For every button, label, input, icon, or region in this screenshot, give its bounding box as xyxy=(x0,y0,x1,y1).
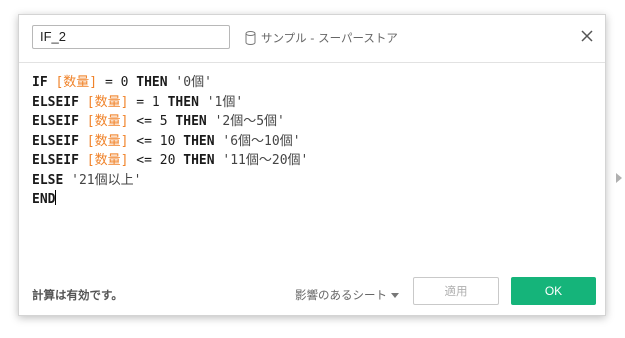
code-keyword: THEN xyxy=(183,133,223,149)
text-cursor xyxy=(55,190,57,205)
code-keyword: ELSEIF xyxy=(32,133,87,149)
code-keyword: THEN xyxy=(183,153,223,168)
calc-name-input[interactable]: IF_2 xyxy=(32,25,230,49)
code-string: '11個～20個' xyxy=(222,153,309,168)
code-operator: <= 20 xyxy=(128,153,184,168)
affected-sheets-dropdown[interactable]: 影響のあるシート xyxy=(295,287,399,303)
code-string: '0個' xyxy=(175,75,212,90)
code-keyword: ELSEIF xyxy=(32,94,87,110)
code-keyword: ELSE xyxy=(32,172,72,188)
datasource-indicator: サンプル - スーパーストア xyxy=(245,29,398,47)
code-string: '1個' xyxy=(206,94,244,110)
code-keyword: IF xyxy=(32,75,56,90)
affected-sheets-label: 影響のあるシート xyxy=(295,288,387,302)
code-line: ELSEIF [数量] <= 20 THEN '11個～20個' xyxy=(32,151,592,171)
code-operator: <= 5 xyxy=(128,114,176,129)
code-keyword: END xyxy=(32,192,56,207)
code-keyword: ELSEIF xyxy=(32,114,87,129)
code-field-ref: [数量] xyxy=(86,114,129,129)
code-operator: <= 10 xyxy=(128,133,184,149)
formula-editor[interactable]: IF [数量] = 0 THEN '0個' ELSEIF [数量] = 1 THE… xyxy=(32,73,592,273)
header-divider xyxy=(19,62,605,63)
database-icon xyxy=(245,31,256,45)
calculation-editor-dialog: IF_2 サンプル - スーパーストア IF [数量] = 0 THEN '0個… xyxy=(18,14,622,316)
code-field-ref: [数量] xyxy=(55,75,98,90)
code-string: '2個～5個' xyxy=(214,114,285,129)
code-line: END xyxy=(32,190,592,210)
code-line: ELSEIF [数量] <= 10 THEN '6個～10個' xyxy=(32,132,592,152)
validation-status: 計算は有効です。 xyxy=(32,288,123,302)
code-keyword: THEN xyxy=(136,75,176,90)
code-string: '21個以上' xyxy=(71,172,142,188)
code-keyword: ELSEIF xyxy=(32,153,87,168)
code-field-ref: [数量] xyxy=(86,133,129,149)
code-field-ref: [数量] xyxy=(86,153,129,168)
code-line: ELSEIF [数量] = 1 THEN '1個' xyxy=(32,93,592,113)
code-operator: = 0 xyxy=(97,75,137,90)
expand-panel-arrow-icon[interactable] xyxy=(616,173,622,183)
code-line: ELSE '21個以上' xyxy=(32,171,592,191)
close-icon[interactable] xyxy=(579,28,595,44)
code-field-ref: [数量] xyxy=(86,94,129,110)
code-string: '6個～10個' xyxy=(222,133,301,149)
datasource-label: サンプル - スーパーストア xyxy=(261,31,398,45)
code-line: IF [数量] = 0 THEN '0個' xyxy=(32,73,592,93)
code-operator: = 1 xyxy=(128,94,168,110)
ok-button[interactable]: OK xyxy=(511,277,596,305)
code-keyword: THEN xyxy=(167,94,207,110)
code-keyword: THEN xyxy=(175,114,215,129)
code-line: ELSEIF [数量] <= 5 THEN '2個～5個' xyxy=(32,112,592,132)
apply-button[interactable]: 適用 xyxy=(413,277,499,305)
chevron-down-icon xyxy=(391,292,399,298)
